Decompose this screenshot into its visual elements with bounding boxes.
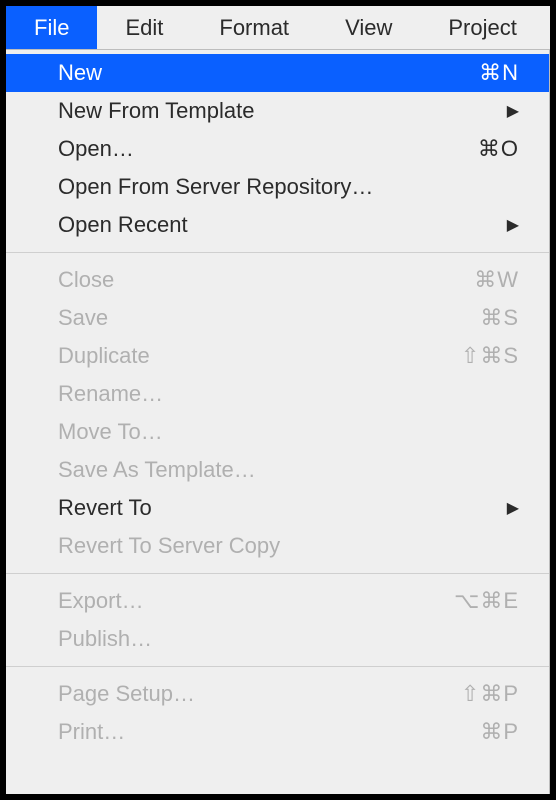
menubar-item-project[interactable]: Project — [420, 6, 544, 49]
menu-item-label: Move To… — [58, 419, 519, 445]
menu-item-export: Export… ⌥⌘E — [6, 582, 549, 620]
menu-item-label: New From Template — [58, 98, 495, 124]
menu-item-page-setup: Page Setup… ⇧⌘P — [6, 675, 549, 713]
menu-item-publish: Publish… — [6, 620, 549, 658]
menu-item-shortcut: ⌘S — [480, 305, 519, 331]
menubar-item-edit[interactable]: Edit — [97, 6, 191, 49]
menu-item-move-to: Move To… — [6, 413, 549, 451]
menubar-label: Project — [448, 15, 516, 41]
menu-separator — [6, 573, 549, 574]
menu-item-label: Save As Template… — [58, 457, 519, 483]
menu-item-revert-to-server-copy: Revert To Server Copy — [6, 527, 549, 565]
menu-item-open-recent[interactable]: Open Recent ▶ — [6, 206, 549, 244]
menu-item-shortcut: ⌥⌘E — [454, 588, 519, 614]
menu-item-shortcut: ⌘O — [478, 136, 519, 162]
chevron-right-icon: ▶ — [507, 215, 519, 235]
menu-separator — [6, 666, 549, 667]
menu-item-print: Print… ⌘P — [6, 713, 549, 751]
menu-item-shortcut: ⌘N — [479, 60, 519, 86]
menu-item-duplicate: Duplicate ⇧⌘S — [6, 337, 549, 375]
menu-item-save: Save ⌘S — [6, 299, 549, 337]
menu-item-label: Export… — [58, 588, 454, 614]
menubar-label: Format — [219, 15, 289, 41]
menubar: File Edit Format View Project — [6, 6, 550, 50]
menu-item-open-from-server[interactable]: Open From Server Repository… — [6, 168, 549, 206]
menu-item-label: Open Recent — [58, 212, 495, 238]
menubar-label: View — [345, 15, 392, 41]
menu-item-label: Open From Server Repository… — [58, 174, 519, 200]
file-menu-dropdown: New ⌘N New From Template ▶ Open… ⌘O Open… — [6, 50, 550, 794]
menu-item-shortcut: ⇧⌘S — [461, 343, 519, 369]
menu-item-shortcut: ⌘P — [480, 719, 519, 745]
menubar-item-view[interactable]: View — [317, 6, 420, 49]
menu-item-open[interactable]: Open… ⌘O — [6, 130, 549, 168]
menu-item-label: New — [58, 60, 479, 86]
menubar-label: Edit — [125, 15, 163, 41]
menubar-label: File — [34, 15, 69, 41]
window: File Edit Format View Project New ⌘N New… — [6, 6, 550, 794]
menu-item-label: Revert To — [58, 495, 495, 521]
menu-item-label: Duplicate — [58, 343, 461, 369]
menu-item-shortcut: ⇧⌘P — [461, 681, 519, 707]
menu-item-label: Save — [58, 305, 480, 331]
menu-item-label: Page Setup… — [58, 681, 461, 707]
menu-item-label: Open… — [58, 136, 478, 162]
menu-item-label: Rename… — [58, 381, 519, 407]
menu-item-close: Close ⌘W — [6, 261, 549, 299]
menu-item-save-as-template: Save As Template… — [6, 451, 549, 489]
menu-separator — [6, 252, 549, 253]
menu-item-revert-to[interactable]: Revert To ▶ — [6, 489, 549, 527]
menu-item-label: Close — [58, 267, 474, 293]
menu-item-shortcut: ⌘W — [474, 267, 519, 293]
chevron-right-icon: ▶ — [507, 101, 519, 121]
menubar-item-file[interactable]: File — [6, 6, 97, 49]
menu-item-new[interactable]: New ⌘N — [6, 54, 549, 92]
menu-item-new-from-template[interactable]: New From Template ▶ — [6, 92, 549, 130]
menubar-item-format[interactable]: Format — [191, 6, 317, 49]
chevron-right-icon: ▶ — [507, 498, 519, 518]
menu-item-rename: Rename… — [6, 375, 549, 413]
menu-item-label: Revert To Server Copy — [58, 533, 519, 559]
menu-item-label: Publish… — [58, 626, 519, 652]
menu-item-label: Print… — [58, 719, 480, 745]
